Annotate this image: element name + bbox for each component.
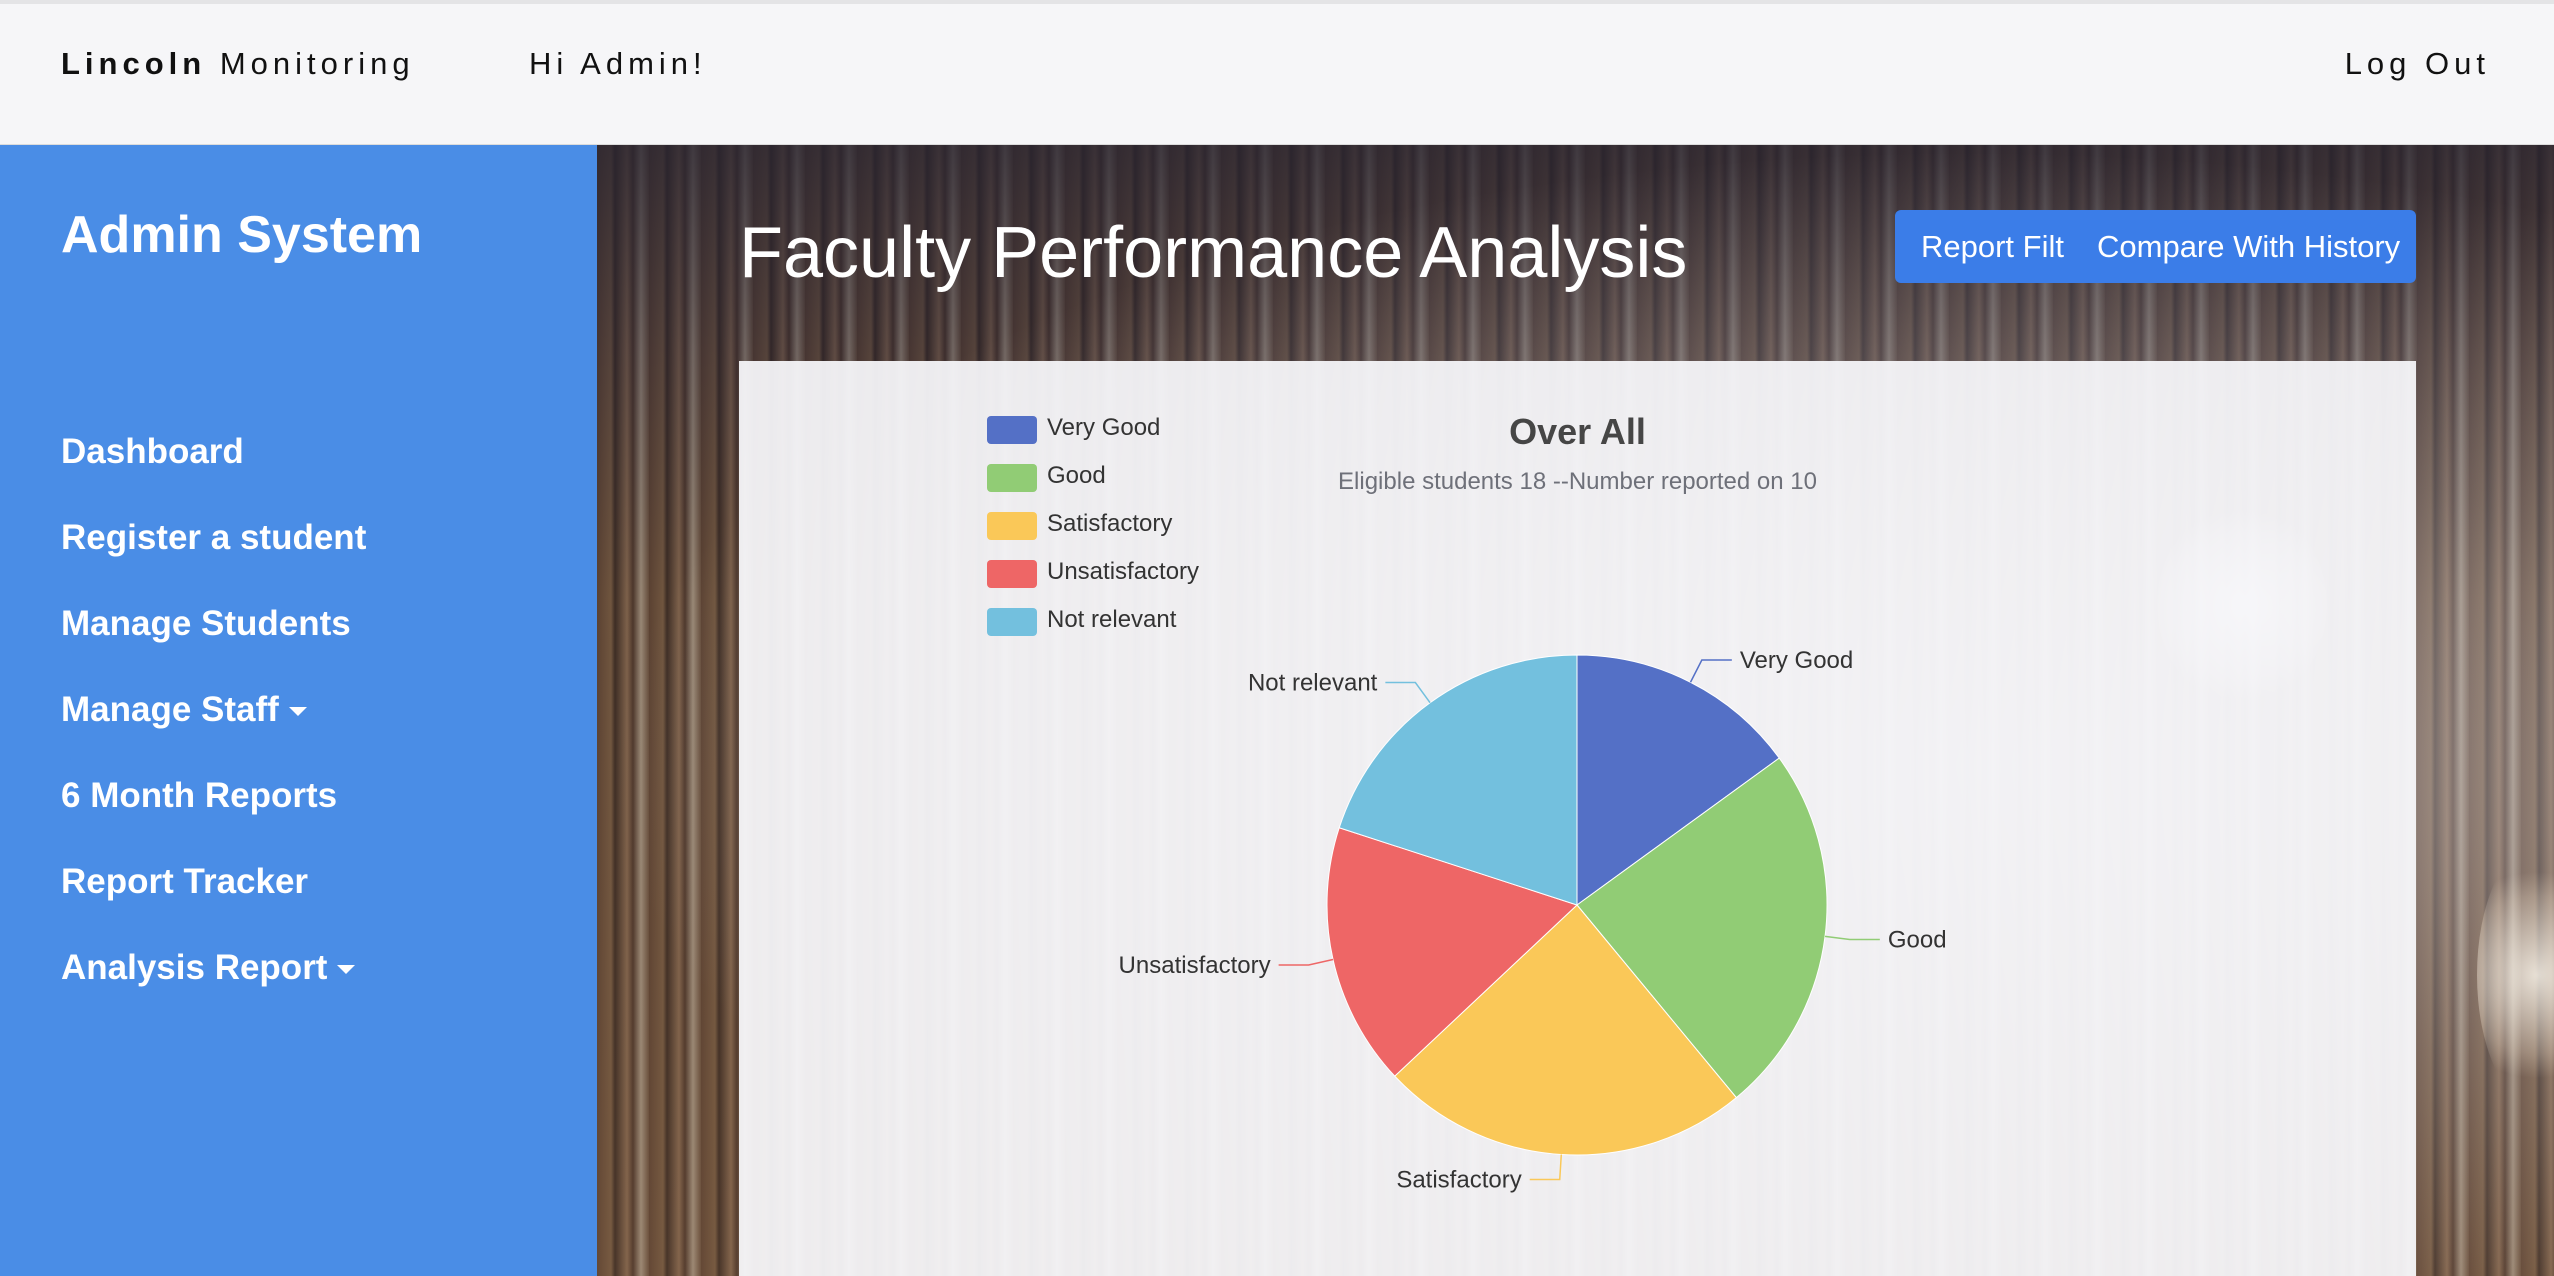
pie-label-line xyxy=(1385,681,1431,704)
sidebar-title: Admin System xyxy=(61,206,423,264)
caret-down-icon xyxy=(288,707,307,717)
sidebar-item-register-a-student[interactable]: Register a student xyxy=(61,518,366,558)
brand-bold: Lincoln xyxy=(61,46,207,81)
legend-label: Not relevant xyxy=(1047,606,1177,633)
sidebar-item-label: 6 Month Reports xyxy=(61,776,338,815)
sidebar-item-label: Manage Staff xyxy=(61,690,279,729)
greeting-text: Hi Admin! xyxy=(529,46,707,81)
chart-card: Very Good Good Satisfactory Unsatisfactory N… xyxy=(739,361,2416,1276)
pie-chart: Very Good Good Satisfactory Unsatisfactory N… xyxy=(1119,647,1947,1193)
chart-subtitle: Eligible students 18 --Number reported o… xyxy=(1338,468,1817,495)
page-title: Faculty Performance Analysis xyxy=(739,213,1688,293)
pie-slice-label: Unsatisfactory xyxy=(1119,952,1271,979)
sidebar-item-label: Analysis Report xyxy=(61,948,328,987)
legend-label: Unsatisfactory xyxy=(1047,558,1200,585)
pie-label-line xyxy=(1529,1154,1563,1181)
sidebar-item-dashboard[interactable]: Dashboard xyxy=(61,432,244,472)
pie-slice-label: Good xyxy=(1888,926,1947,953)
sidebar-item-label: Manage Students xyxy=(61,604,351,643)
pie-slice-label: Satisfactory xyxy=(1396,1166,1521,1193)
pie-label-line xyxy=(1278,958,1334,966)
legend-swatch xyxy=(987,608,1037,636)
chart-title: Over All xyxy=(1509,411,1646,452)
report-filter-button[interactable]: Report Filt xyxy=(1895,229,2087,265)
compare-history-button[interactable]: Compare With History xyxy=(2087,229,2400,265)
caret-down-icon xyxy=(337,965,356,975)
sidebar-item-label: Report Tracker xyxy=(61,862,309,901)
sidebar-item-report-tracker[interactable]: Report Tracker xyxy=(61,862,308,902)
pie-label-line xyxy=(1689,659,1732,683)
legend-swatch xyxy=(987,560,1037,588)
sidebar-item-label: Dashboard xyxy=(61,432,244,471)
brand-rest: Monitoring xyxy=(219,46,415,81)
top-navbar: Lincoln Monitoring Hi Admin! Log Out xyxy=(0,0,2554,145)
sidebar-item-label: Register a student xyxy=(61,518,367,557)
brand-logo[interactable]: Lincoln Monitoring xyxy=(61,46,415,82)
legend-swatch xyxy=(987,512,1037,540)
sidebar: Admin System Dashboard Register a student… xyxy=(0,145,597,1276)
sidebar-item-analysis-report[interactable]: Analysis Report xyxy=(61,948,356,988)
pie-label-line xyxy=(1824,935,1880,941)
sidebar-item-manage-students[interactable]: Manage Students xyxy=(61,604,351,644)
sidebar-item-manage-staff[interactable]: Manage Staff xyxy=(61,690,307,730)
pie-slice-label: Not relevant xyxy=(1248,670,1378,697)
pie-slice-label: Very Good xyxy=(1740,647,1853,674)
logout-link[interactable]: Log Out xyxy=(2345,46,2490,82)
sidebar-item-6-month-reports[interactable]: 6 Month Reports xyxy=(61,776,337,816)
action-button-group: Report Filt Compare With History xyxy=(1895,210,2416,283)
legend-label: Satisfactory xyxy=(1047,510,1173,537)
